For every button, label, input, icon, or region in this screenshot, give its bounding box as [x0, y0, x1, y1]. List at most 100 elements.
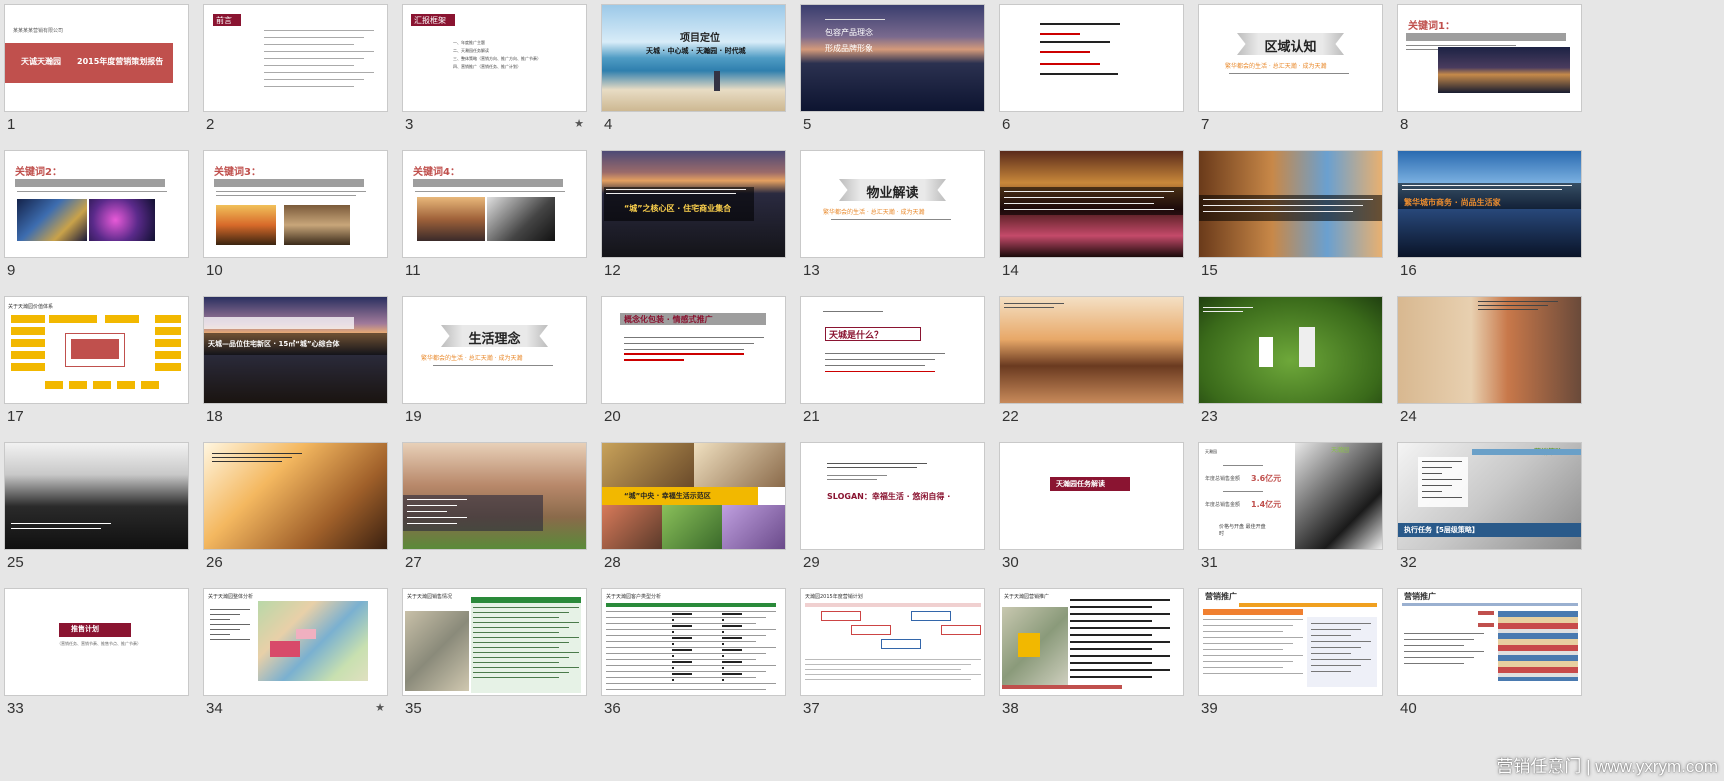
bold-text-line	[722, 619, 724, 621]
text-line	[825, 359, 935, 360]
bold-text-line	[1070, 627, 1170, 629]
slide-title: 推售计划	[71, 625, 99, 633]
slide-canvas: 推售计划 （营销任务、营销节奏、推售节点、推广节奏）	[5, 589, 188, 695]
slide-thumbnail-4[interactable]: 项目定位 天城 · 中心城 · 天瀚园 · 时代城 4	[602, 5, 785, 145]
subtitle-bar	[1406, 33, 1566, 41]
value-box	[117, 381, 135, 389]
slide-thumbnail-21[interactable]: 天城是什么？ 21	[801, 297, 984, 437]
slide-canvas	[1199, 297, 1382, 403]
city-night-photo	[1438, 47, 1570, 93]
slide-thumbnail-12[interactable]: “城”之核心区 · 住宅商业集合 12	[602, 151, 785, 291]
slide-thumbnail-18[interactable]: 天城—品位住宅新区 · 15㎡“城”心综合体 18	[204, 297, 387, 437]
slide-thumbnail-34[interactable]: 关于天瀚园整体分析 34 ★	[204, 589, 387, 729]
text-line	[606, 641, 756, 642]
slide-thumbnail-40[interactable]: 营销推广 40	[1398, 589, 1581, 729]
slide-thumbnail-22[interactable]: 22	[1000, 297, 1183, 437]
bold-text-line	[1070, 606, 1152, 608]
slide-number: 35	[405, 700, 422, 717]
text-line	[473, 642, 569, 643]
slide-thumbnail-3[interactable]: 汇报框架 一、年度推广主题 二、天瀚园任务解读 三、整体策略（营销方向、推广方向、推广…	[403, 5, 586, 145]
subtitle-bar	[413, 179, 563, 187]
slide-canvas: 关于天瀚园价值体系	[5, 297, 188, 403]
tag	[1478, 611, 1494, 615]
slide-canvas	[204, 443, 387, 549]
slide-thumbnail-7[interactable]: 区域认知 繁华都会的生活 · 总汇天瀚 · 成为天瀚 7	[1199, 5, 1382, 145]
slide-canvas: 前言	[204, 5, 387, 111]
slide-number: 39	[1201, 700, 1218, 717]
bold-text-line	[722, 625, 742, 627]
slide-canvas	[5, 443, 188, 549]
friends-laughing-photo	[204, 443, 387, 549]
slide-number: 3	[405, 116, 414, 133]
company-label: 某某某某营销有限公司	[13, 28, 64, 34]
text-line	[210, 619, 230, 620]
slide-thumbnail-9[interactable]: 关键词2： 9	[5, 151, 188, 291]
handshake-photo	[1295, 443, 1382, 549]
agenda-item: 三、整体策略（营销方向、推广方向、推广节奏）	[453, 56, 541, 61]
slide-thumbnail-30[interactable]: 天瀚园任务解读 30	[1000, 443, 1183, 583]
text-line	[407, 505, 457, 506]
text-line	[433, 365, 553, 366]
slide-line: 包容产品理念	[825, 28, 873, 37]
slide-thumbnail-38[interactable]: 关于天瀚园营销推广 38	[1000, 589, 1183, 729]
slide-thumbnail-5[interactable]: 包容产品理念 形成品牌形象 5	[801, 5, 984, 145]
text-line	[606, 659, 756, 660]
text-line	[1311, 629, 1361, 630]
text-line	[1404, 633, 1484, 634]
slide-thumbnail-25[interactable]: 25	[5, 443, 188, 583]
slide-thumbnail-19[interactable]: 生活理念 繁华都会的生活 · 总汇天瀚 · 成为天瀚 19	[403, 297, 586, 437]
text-line	[823, 311, 883, 312]
slide-thumbnail-6[interactable]: 6	[1000, 5, 1183, 145]
text-line	[1203, 307, 1253, 308]
value-box	[11, 315, 45, 323]
slide-thumbnail-1[interactable]: 某某某某营销有限公司 天诚天瀚园 2015年度营销策划报告 1	[5, 5, 188, 145]
slide-thumbnail-13[interactable]: 物业解读 繁华都会的生活 · 总汇天瀚 · 成为天瀚 13	[801, 151, 984, 291]
text-line	[1422, 491, 1442, 492]
bold-text-line	[1070, 655, 1170, 657]
slide-thumbnail-11[interactable]: 关键词4： 11	[403, 151, 586, 291]
text-line	[473, 632, 559, 633]
bold-text-line	[1070, 676, 1152, 678]
slide-title: 关于天瀚园销售情况	[407, 594, 453, 600]
bold-text-line	[672, 637, 692, 639]
slide-thumbnail-35[interactable]: 关于天瀚园销售情况 35	[403, 589, 586, 729]
text-line	[11, 523, 111, 524]
slide-thumbnail-33[interactable]: 推售计划 （营销任务、营销节奏、推售节点、推广节奏） 33	[5, 589, 188, 729]
slide-thumbnail-2[interactable]: 前言 2	[204, 5, 387, 145]
slide-thumbnail-27[interactable]: 27	[403, 443, 586, 583]
slide-thumbnail-39[interactable]: 营销推广 39	[1199, 589, 1382, 729]
text-line	[1203, 619, 1303, 620]
list-panel	[1418, 457, 1468, 507]
slide-thumbnail-14[interactable]: 14	[1000, 151, 1183, 291]
slide-thumbnail-36[interactable]: 关于天瀚园客户类型分析 36	[602, 589, 785, 729]
text-line	[473, 672, 569, 673]
slide-number: 23	[1201, 408, 1218, 425]
slide-canvas: 区域认知 繁华都会的生活 · 总汇天瀚 · 成为天瀚	[1199, 5, 1382, 111]
text-line	[827, 463, 927, 464]
slide-thumbnail-37[interactable]: 天瀚园2015年度营销计划 37	[801, 589, 984, 729]
slide-thumbnail-15[interactable]: 15	[1199, 151, 1382, 291]
slide-number: 18	[206, 408, 223, 425]
center-core	[71, 339, 119, 359]
slide-thumbnail-28[interactable]: “城”中央 · 幸福生活示范区 28	[602, 443, 785, 583]
slide-thumbnail-23[interactable]: 23	[1199, 297, 1382, 437]
slide-thumbnail-17[interactable]: 关于天瀚园价值体系 17	[5, 297, 188, 437]
slide-thumbnail-29[interactable]: SLOGAN：幸福生活 · 悠闲自得 · 29	[801, 443, 984, 583]
bold-text-line	[1070, 613, 1170, 615]
slide-thumbnail-31[interactable]: 天瀚园 天瀚园 年度总销售金额 3.6亿元 年度总销售金额 1.4亿元 价格与开盘 最佳开盘…	[1199, 443, 1382, 583]
table-header	[606, 603, 776, 607]
slide-thumbnail-8[interactable]: 关键词1： 8	[1398, 5, 1581, 145]
bold-text-line	[1070, 641, 1170, 643]
street-photo	[284, 205, 350, 245]
text-line	[606, 611, 776, 612]
slide-thumbnail-10[interactable]: 关键词3： 10	[204, 151, 387, 291]
slide-thumbnail-32[interactable]: 营销策略执行任务【5层级策略】 32	[1398, 443, 1581, 583]
slide-thumbnail-16[interactable]: 繁华城市商务 · 尚品生活家 16	[1398, 151, 1581, 291]
slide-canvas: 汇报框架 一、年度推广主题 二、天瀚园任务解读 三、整体策略（营销方向、推广方向、推广…	[403, 5, 586, 111]
slide-thumbnail-20[interactable]: 概念化包装 · 情感式推广 20	[602, 297, 785, 437]
slide-thumbnail-24[interactable]: 24	[1398, 297, 1581, 437]
slide-thumbnail-26[interactable]: 26	[204, 443, 387, 583]
slide-number: 28	[604, 554, 621, 571]
slide-title: 区域认知	[1264, 40, 1317, 55]
slide-number: 6	[1002, 116, 1011, 133]
